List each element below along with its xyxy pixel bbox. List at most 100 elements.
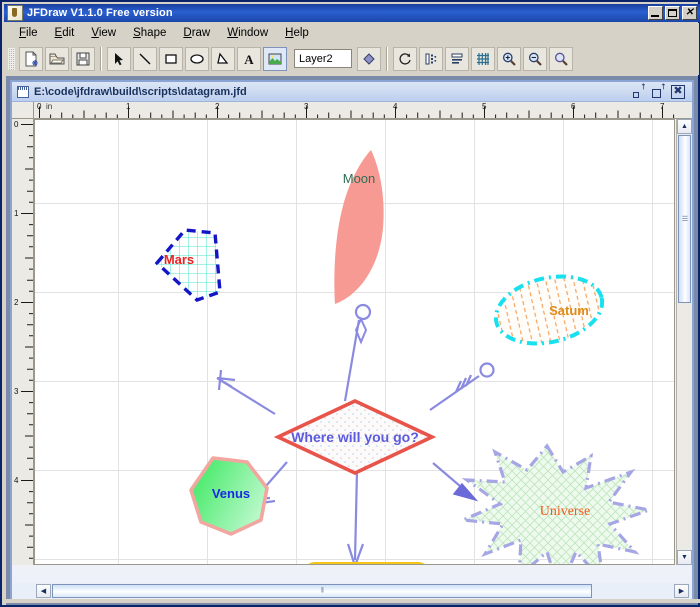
scroll-down-button[interactable]: ▼ (677, 550, 692, 565)
shape-venus-label: Venus (212, 486, 250, 501)
connector-to-moon[interactable] (343, 303, 372, 402)
document-window-buttons: ✖ (633, 84, 692, 99)
canvas-shapes-layer: Moon Mars Satum Universe Venus Where wil… (154, 150, 655, 565)
vruler-label-2: 2 (14, 298, 19, 307)
align-v-tool[interactable] (419, 46, 443, 71)
save-file-tool[interactable] (71, 46, 95, 71)
toolbar-separator-2 (386, 46, 388, 71)
jfdraw-app-icon (7, 5, 23, 21)
menu-edit[interactable]: Edit (47, 25, 84, 41)
menu-shape[interactable]: Shape (125, 25, 175, 41)
menu-file[interactable]: File (11, 25, 47, 41)
rotate-tool[interactable] (393, 46, 417, 71)
minimize-button[interactable] (648, 6, 663, 20)
polygon-tool[interactable] (211, 46, 235, 71)
ellipse-tool[interactable] (185, 46, 209, 71)
layer-selector[interactable]: Layer2 (294, 49, 352, 68)
align-h-tool[interactable] (445, 46, 469, 71)
drawing-canvas[interactable]: Moon Mars Satum Universe Venus Where wil… (34, 119, 675, 565)
shape-diamond-label: Where will you go? (291, 429, 419, 445)
zoom-actual-tool[interactable] (549, 46, 573, 71)
picture-icon (268, 53, 282, 64)
main-window-frame: JFDraw V1.1.0 Free version ✕ File Edit V… (0, 0, 700, 607)
shape-moon[interactable]: Moon (334, 150, 384, 304)
connector-to-earth[interactable] (346, 469, 365, 565)
close-button[interactable]: ✕ (682, 6, 697, 20)
toolbar-drag-grip[interactable] (8, 47, 15, 70)
menu-shape-rest: hape (140, 26, 167, 39)
connector-to-saturn[interactable] (429, 362, 495, 411)
canvas-vertical-scrollbar[interactable]: ▲ ☰ ▼ (676, 119, 692, 565)
menu-view[interactable]: View (83, 25, 125, 41)
vruler-label-3: 3 (14, 387, 19, 396)
vertical-ruler[interactable]: 0 1 2 3 4 (12, 119, 34, 565)
shape-moon-label: Moon (343, 171, 376, 186)
document-close-button[interactable]: ✖ (671, 84, 685, 99)
scroll-right-button[interactable]: ▶ (674, 584, 689, 598)
status-bar (4, 599, 700, 603)
hruler-label-0: 0 (37, 102, 42, 111)
menu-draw[interactable]: Draw (175, 25, 219, 41)
shape-diamond-question[interactable]: Where will you go? (273, 399, 437, 475)
vertical-scroll-thumb[interactable]: ☰ (678, 135, 691, 303)
rectangle-tool[interactable] (159, 46, 183, 71)
select-tool[interactable] (107, 46, 131, 71)
menu-help-rest: elp (293, 26, 309, 39)
hruler-label-2: 2 (215, 102, 220, 111)
mdi-client-area: E:\code\jfdraw\build\scripts\datagram.jf… (6, 76, 698, 605)
document-title: E:\code\jfdraw\build\scripts\datagram.jf… (34, 85, 247, 98)
menu-window-rest: indow (238, 26, 269, 39)
document-maximize-button[interactable] (652, 85, 665, 98)
horizontal-scroll-thumb[interactable]: ‖ (52, 584, 592, 598)
document-titlebar[interactable]: E:\code\jfdraw\build\scripts\datagram.jf… (12, 82, 692, 102)
text-a-icon: A (244, 52, 254, 67)
shape-mars-label: Mars (164, 252, 194, 267)
layer-color-tool[interactable] (357, 46, 381, 71)
shape-venus[interactable]: Venus (189, 456, 269, 536)
shape-mars[interactable]: Mars (154, 228, 222, 302)
menu-window[interactable]: Window (219, 25, 277, 41)
menu-draw-rest: raw (191, 26, 211, 39)
grid-tool[interactable] (471, 46, 495, 71)
hruler-label-5: 5 (482, 102, 487, 111)
menu-help[interactable]: Help (277, 25, 318, 41)
zoom-out-tool[interactable] (523, 46, 547, 71)
zoom-out-icon (528, 52, 542, 66)
open-file-tool[interactable] (45, 46, 69, 71)
ellipse-icon (190, 53, 204, 64)
horizontal-ruler-ticks (39, 106, 675, 118)
shape-earth[interactable]: Earth (305, 562, 428, 565)
line-tool[interactable] (133, 46, 157, 71)
menu-edit-rest: dit (62, 26, 75, 39)
document-restore-button[interactable] (633, 85, 646, 98)
open-folder-icon (49, 53, 65, 64)
horizontal-ruler[interactable]: 0 in 1 2 3 4 5 6 7 (34, 102, 692, 119)
main-toolbar: A Layer2 (5, 42, 699, 75)
zoom-in-tool[interactable] (497, 46, 521, 71)
scroll-up-button[interactable]: ▲ (677, 119, 692, 134)
hruler-label-6: 6 (571, 102, 576, 111)
new-file-tool[interactable] (19, 46, 43, 71)
shape-universe[interactable]: Universe (456, 443, 655, 565)
jfdraw-application-window: JFDraw V1.1.0 Free version ✕ File Edit V… (0, 0, 700, 607)
align-vertical-icon (425, 53, 437, 64)
menu-view-rest: iew (98, 26, 117, 39)
shape-universe-label: Universe (540, 504, 591, 519)
arrow-cursor-icon (115, 52, 123, 65)
image-tool[interactable] (263, 46, 287, 71)
vertical-thumb-grip: ☰ (681, 216, 688, 223)
magnifier-icon (554, 52, 568, 66)
maximize-button[interactable] (665, 6, 680, 20)
vertical-ruler-ticks (21, 124, 33, 559)
window-titlebar: JFDraw V1.1.0 Free version ✕ (4, 4, 700, 22)
connector-to-mars[interactable] (216, 369, 276, 415)
menu-file-rest: ile (26, 26, 38, 39)
hruler-label-7: 7 (660, 102, 665, 111)
text-tool[interactable]: A (237, 46, 261, 71)
shape-saturn-label: Satum (549, 303, 589, 318)
vruler-label-0: 0 (14, 120, 19, 129)
scroll-left-button[interactable]: ◀ (36, 584, 51, 598)
hruler-label-3: 3 (304, 102, 309, 111)
vruler-label-4: 4 (14, 476, 19, 485)
canvas-horizontal-scrollbar[interactable]: ◀ ‖ ▶ (12, 583, 692, 599)
